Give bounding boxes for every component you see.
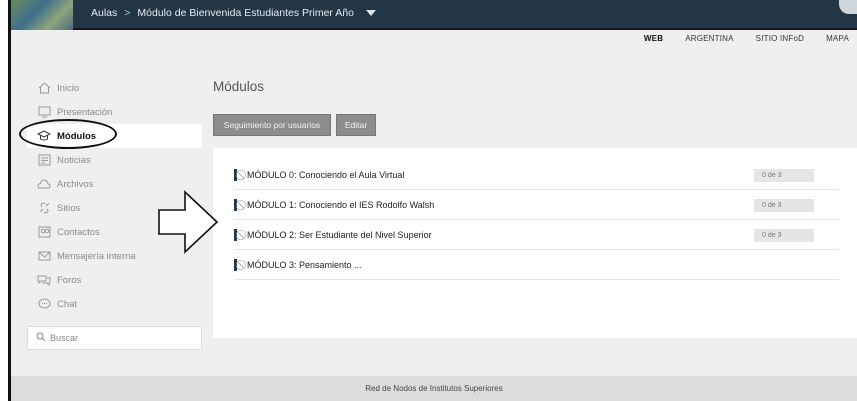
breadcrumb-aulas[interactable]: Aulas xyxy=(91,7,117,19)
modules-panel: ⃠ MÓDULO 0: Conociendo el Aula Virtual 0… xyxy=(213,148,857,338)
sidebar-item-label: Foros xyxy=(57,274,82,286)
module-label: MÓDULO 1: Conociendo el IES Rodolfo Wals… xyxy=(247,200,435,210)
monitor-icon xyxy=(37,106,51,118)
module-row[interactable]: ⃠ MÓDULO 0: Conociendo el Aula Virtual 0… xyxy=(234,161,839,190)
breadcrumb-course[interactable]: Módulo de Bienvenida Estudiantes Primer … xyxy=(137,7,354,19)
module-label: MÓDULO 3: Pensamiento ... xyxy=(247,260,362,270)
sidebar-item-label: Sitios xyxy=(57,202,81,214)
sidebar-item-inicio[interactable]: Inicio xyxy=(27,76,202,100)
sidebar-item-label: Noticias xyxy=(57,154,91,166)
arrow-annotation-icon xyxy=(158,190,219,254)
page-title: Módulos xyxy=(213,79,265,94)
chat-icon xyxy=(37,298,51,310)
search-input[interactable]: Buscar xyxy=(27,326,202,350)
module-row[interactable]: ⃠ MÓDULO 3: Pensamiento ... xyxy=(234,251,839,280)
breadcrumb: Aulas > Módulo de Bienvenida Estudiantes P… xyxy=(91,7,376,19)
sidebar-item-label: Mensajería interna xyxy=(57,250,136,262)
footer-text: Red de Nodos de Institutos Superiores xyxy=(365,384,503,393)
newspaper-icon xyxy=(37,154,51,166)
site-logo[interactable] xyxy=(11,0,73,30)
contacts-icon xyxy=(37,226,51,238)
user-avatar[interactable] xyxy=(839,0,857,14)
module-row[interactable]: ⃠ MÓDULO 2: Ser Estudiante del Nivel Sup… xyxy=(234,221,839,250)
forum-icon xyxy=(37,274,51,286)
app-window: Aulas > Módulo de Bienvenida Estudiantes P… xyxy=(8,0,857,401)
sidebar-item-label: Chat xyxy=(57,298,78,310)
progress-badge: 0 de 3 xyxy=(754,198,814,212)
sidebar-item-chat[interactable]: Chat xyxy=(27,292,202,316)
module-marker xyxy=(234,229,237,241)
sidebar-item-noticias[interactable]: Noticias xyxy=(27,148,202,172)
link-web[interactable]: WEB xyxy=(644,34,663,43)
sidebar-item-label: Archivos xyxy=(57,178,94,190)
progress-badge: 0 de 3 xyxy=(754,228,814,242)
link-icon xyxy=(37,202,51,214)
sidebar-item-label: Módulos xyxy=(57,130,97,142)
search-icon xyxy=(36,332,46,344)
sidebar-item-presentacion[interactable]: Presentación xyxy=(27,100,202,124)
edit-button[interactable]: Editar xyxy=(336,114,376,136)
sidebar-item-label: Presentación xyxy=(57,106,113,118)
module-label: MÓDULO 0: Conociendo el Aula Virtual xyxy=(247,170,405,180)
chevron-down-icon[interactable] xyxy=(365,10,376,17)
envelope-icon xyxy=(37,250,51,262)
sidebar-item-label: Contactos xyxy=(57,226,100,238)
seguimiento-button[interactable]: Seguimiento por usuarios xyxy=(213,114,331,136)
module-row[interactable]: ⃠ MÓDULO 1: Conociendo el IES Rodolfo Wa… xyxy=(234,191,839,220)
search-placeholder: Buscar xyxy=(50,333,79,343)
link-mapa[interactable]: MAPA xyxy=(826,34,849,43)
graduation-cap-icon xyxy=(37,130,51,142)
module-marker xyxy=(234,169,237,181)
module-label: MÓDULO 2: Ser Estudiante del Nivel Super… xyxy=(247,230,432,240)
sidebar-item-label: Inicio xyxy=(57,82,80,94)
breadcrumb-separator: > xyxy=(124,7,131,19)
module-marker xyxy=(234,199,237,211)
progress-badge: 0 de 3 xyxy=(754,168,814,182)
top-links: WEB ARGENTINA SITIO INFoD MAPA xyxy=(622,34,849,43)
home-icon xyxy=(37,82,51,94)
module-marker xyxy=(234,259,237,271)
link-sitio-infod[interactable]: SITIO INFoD xyxy=(756,34,804,43)
top-bar: Aulas > Módulo de Bienvenida Estudiantes P… xyxy=(11,0,857,30)
link-argentina[interactable]: ARGENTINA xyxy=(685,34,733,43)
cloud-icon xyxy=(37,178,51,190)
footer: Red de Nodos de Institutos Superiores xyxy=(11,376,857,401)
sidebar-item-foros[interactable]: Foros xyxy=(27,268,202,292)
sidebar-item-modulos[interactable]: Módulos xyxy=(27,124,202,148)
